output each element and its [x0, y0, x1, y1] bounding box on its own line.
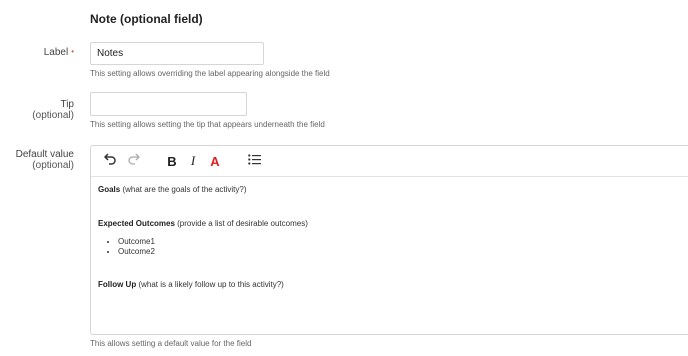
- redo-button[interactable]: [125, 152, 141, 170]
- label-text: Label: [43, 47, 69, 58]
- tip-input[interactable]: [90, 92, 247, 116]
- default-value-label: Default value (optional): [0, 149, 74, 171]
- redo-icon: [127, 152, 140, 170]
- followup-paragraph: Follow Up (what is a likely follow up to…: [98, 280, 308, 290]
- list-item: Outcome1: [118, 237, 308, 247]
- outcomes-list: Outcome1 Outcome2: [98, 237, 308, 257]
- outcomes-heading: Expected Outcomes: [98, 219, 175, 228]
- rich-text-editor[interactable]: B I A Goals (what are the goals of the a…: [90, 145, 688, 335]
- goals-heading: Goals: [98, 185, 121, 194]
- outcomes-description: (provide a list of desirable outcomes): [174, 219, 308, 228]
- undo-icon: [103, 152, 117, 170]
- section-title: Note (optional field): [90, 12, 203, 26]
- bold-button[interactable]: B: [165, 152, 179, 170]
- italic-button[interactable]: I: [187, 152, 199, 170]
- bulleted-list-button[interactable]: [247, 152, 261, 170]
- label-help-text: This setting allows overriding the label…: [90, 69, 330, 78]
- outcomes-paragraph: Expected Outcomes (provide a list of des…: [98, 219, 308, 229]
- label-input[interactable]: [90, 42, 264, 65]
- undo-button[interactable]: [102, 152, 118, 170]
- editor-toolbar: B I A: [91, 146, 688, 177]
- default-optional-text: (optional): [32, 160, 74, 171]
- bulleted-list-icon: [247, 152, 261, 170]
- followup-heading: Follow Up: [98, 280, 137, 289]
- required-indicator: •: [71, 47, 74, 56]
- label-field-label: Label •: [0, 47, 74, 58]
- tip-help-text: This setting allows setting the tip that…: [90, 120, 325, 129]
- tip-field-label: Tip (optional): [0, 99, 74, 121]
- goals-paragraph: Goals (what are the goals of the activit…: [98, 185, 308, 195]
- tip-label-text: Tip: [60, 99, 74, 110]
- list-item: Outcome2: [118, 247, 308, 257]
- followup-description: (what is a likely follow up to this acti…: [136, 280, 284, 289]
- editor-content[interactable]: Goals (what are the goals of the activit…: [98, 185, 308, 290]
- tip-optional-text: (optional): [32, 110, 74, 121]
- goals-description: (what are the goals of the activity?): [120, 185, 247, 194]
- text-color-button[interactable]: A: [208, 152, 222, 170]
- default-help-text: This allows setting a default value for …: [90, 339, 252, 348]
- default-label-text: Default value: [15, 149, 74, 160]
